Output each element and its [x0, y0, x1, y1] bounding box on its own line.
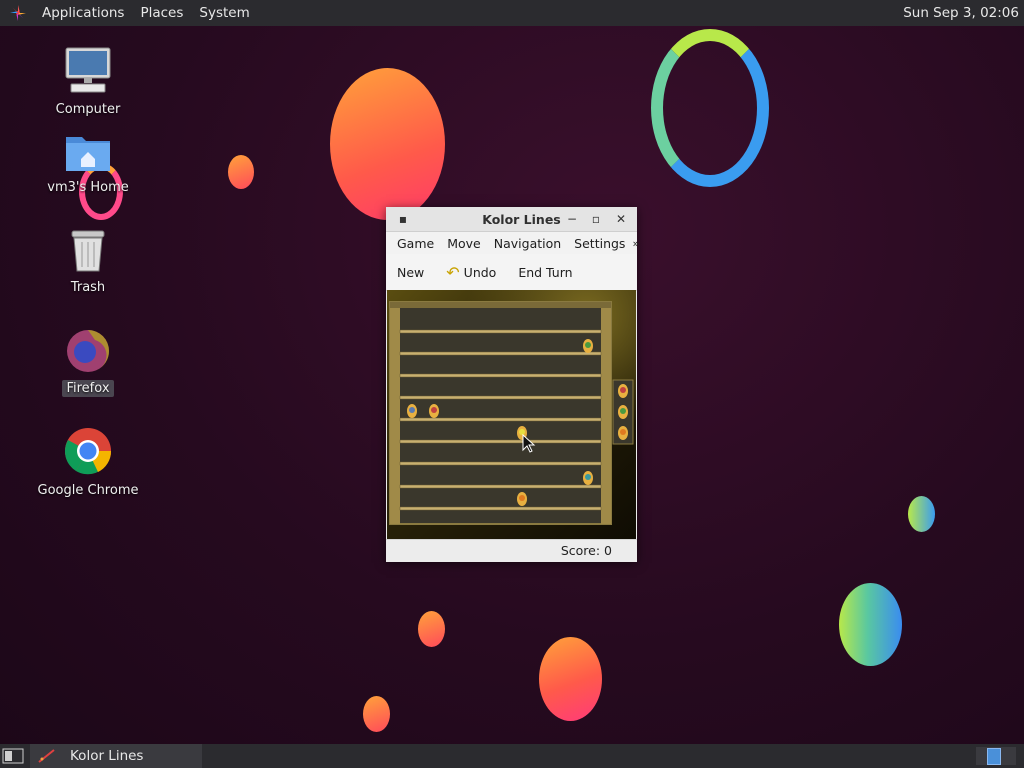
- end-turn-button[interactable]: End Turn: [507, 265, 583, 280]
- undo-button[interactable]: ↶ Undo: [435, 263, 507, 282]
- desktop-icon-label: Trash: [70, 280, 106, 295]
- desktop-icon-firefox[interactable]: Firefox: [33, 326, 143, 397]
- score-label: Score: 0: [560, 543, 612, 558]
- menu-overflow-icon[interactable]: »: [632, 237, 639, 250]
- wallpaper-ring: [651, 29, 769, 187]
- toolbar: New ↶ Undo End Turn: [386, 254, 637, 291]
- kolor-lines-window[interactable]: ▪ Kolor Lines − ▫ ✕ Game Move Navigation…: [386, 207, 639, 562]
- board-top-beam: [390, 302, 611, 308]
- minimize-icon[interactable]: −: [564, 211, 580, 227]
- bottom-panel: Kolor Lines: [0, 744, 1024, 768]
- desktop-icon-chrome[interactable]: Google Chrome: [33, 426, 143, 499]
- menubar: Game Move Navigation Settings »: [386, 232, 639, 254]
- chrome-icon: [64, 428, 112, 475]
- home-folder-icon: [66, 137, 110, 171]
- desktop-icon-label: Computer: [55, 102, 121, 117]
- ball[interactable]: [407, 404, 417, 418]
- menu-settings[interactable]: Settings: [568, 236, 630, 251]
- maximize-icon[interactable]: ▫: [588, 211, 604, 227]
- desktop-icon-home[interactable]: vm3's Home: [33, 131, 143, 196]
- applications-menu[interactable]: Applications: [34, 5, 132, 21]
- taskbar-item-label: Kolor Lines: [70, 748, 144, 764]
- board-right-post: [601, 302, 611, 524]
- places-menu[interactable]: Places: [132, 5, 191, 21]
- desktop-icon-trash[interactable]: Trash: [33, 229, 143, 296]
- computer-icon: [65, 47, 111, 93]
- clock[interactable]: Sun Sep 3, 02:06: [903, 5, 1019, 21]
- undo-label: Undo: [463, 264, 497, 280]
- taskbar-item-kolor-lines[interactable]: Kolor Lines: [30, 744, 202, 768]
- next-balls-preview: [612, 379, 634, 445]
- board-frame: [389, 301, 612, 525]
- wallpaper-bubble: [228, 155, 254, 189]
- wallpaper-bubble: [363, 696, 390, 732]
- desktop-icon-label: Google Chrome: [37, 483, 139, 498]
- close-icon[interactable]: ✕: [613, 211, 629, 227]
- statusbar: Score: 0: [386, 539, 637, 562]
- firefox-icon: [67, 330, 110, 372]
- desktop-icon-computer[interactable]: Computer: [33, 45, 143, 118]
- mate-logo-icon[interactable]: [9, 4, 27, 22]
- window-titlebar[interactable]: ▪ Kolor Lines − ▫ ✕: [386, 207, 637, 232]
- kolor-lines-app-icon: [38, 749, 55, 763]
- wallpaper-bubble: [908, 496, 935, 532]
- wallpaper-bubble: [330, 68, 445, 220]
- workspace-1[interactable]: [987, 748, 1001, 765]
- system-menu[interactable]: System: [191, 5, 257, 21]
- menu-game[interactable]: Game: [391, 236, 439, 251]
- game-board[interactable]: [387, 290, 636, 539]
- workspace-switcher[interactable]: [976, 747, 1016, 765]
- wallpaper-bubble: [839, 583, 902, 666]
- top-panel: Applications Places System Sun Sep 3, 02…: [0, 0, 1024, 26]
- menu-move[interactable]: Move: [441, 236, 486, 251]
- desktop-icon-label: vm3's Home: [47, 180, 129, 195]
- ball[interactable]: [583, 471, 593, 485]
- desktop-icon-label: Firefox: [62, 380, 114, 397]
- ball[interactable]: [517, 492, 527, 506]
- wallpaper-bubble: [418, 611, 445, 647]
- board-left-post: [390, 302, 400, 524]
- ball[interactable]: [583, 339, 593, 353]
- wallpaper-bubble: [539, 637, 602, 721]
- undo-icon: ↶: [446, 262, 460, 282]
- ball[interactable]: [429, 404, 439, 418]
- menu-navigation[interactable]: Navigation: [488, 236, 566, 251]
- new-button[interactable]: New: [386, 265, 435, 280]
- trash-icon: [71, 230, 105, 272]
- show-desktop-icon[interactable]: [2, 748, 24, 764]
